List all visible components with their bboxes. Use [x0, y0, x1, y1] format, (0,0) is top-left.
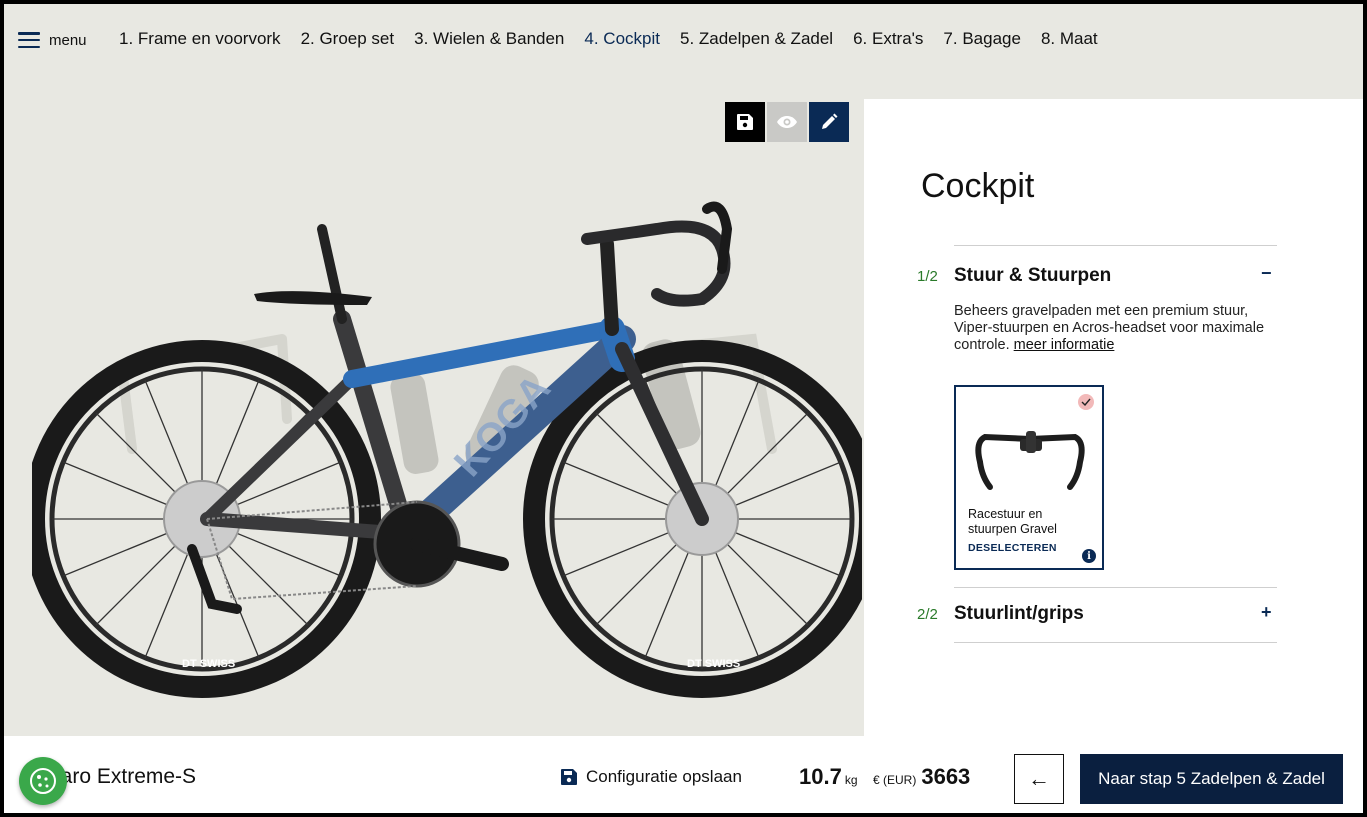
currency-label: € (EUR) [873, 773, 917, 787]
step-tab-seatpost[interactable]: 5. Zadelpen & Zadel [680, 29, 833, 49]
rim-label: DT SWISS [182, 658, 235, 670]
step-tab-size[interactable]: 8. Maat [1041, 29, 1098, 49]
step-tab-wheels[interactable]: 3. Wielen & Banden [414, 29, 564, 49]
check-icon [1078, 394, 1094, 410]
step-tabs: 1. Frame en voorvork 2. Groep set 3. Wie… [119, 29, 1098, 49]
collapse-toggle[interactable]: − [1261, 263, 1272, 284]
info-icon[interactable]: i [1082, 549, 1096, 563]
edit-button[interactable] [809, 102, 849, 142]
section-counter: 2/2 [917, 606, 938, 623]
step-tab-cockpit[interactable]: 4. Cockpit [584, 29, 660, 49]
save-view-button[interactable] [725, 102, 765, 142]
rim-label: DT SWISS [687, 658, 740, 670]
model-name: naro Extreme-S [49, 765, 197, 788]
app-frame: menu 1. Frame en voorvork 2. Groep set 3… [0, 0, 1367, 817]
bike-weight: 10.7 kg [799, 764, 858, 790]
bike-preview-area: DT SWISS DT SWISS KOGA [4, 99, 864, 736]
step-tab-extras[interactable]: 6. Extra's [853, 29, 923, 49]
handlebar-image [975, 431, 1085, 490]
next-step-button[interactable]: Naar stap 5 Zadelpen & Zadel [1080, 754, 1343, 804]
cookie-icon [30, 768, 56, 794]
divider [954, 587, 1277, 588]
cookie-settings-button[interactable] [19, 757, 67, 805]
save-icon [737, 114, 753, 130]
section-title-stuurlint[interactable]: Stuurlint/grips [954, 603, 1084, 625]
option-card[interactable]: Racestuur en stuurpen Gravel DESELECTERE… [954, 385, 1104, 570]
step-tab-groupset[interactable]: 2. Groep set [301, 29, 395, 49]
page-title: Cockpit [921, 167, 1035, 205]
section-counter: 1/2 [917, 268, 938, 285]
top-navigation: menu 1. Frame en voorvork 2. Groep set 3… [4, 4, 1363, 99]
view-toggle-button[interactable] [767, 102, 807, 142]
step-tab-frame[interactable]: 1. Frame en voorvork [119, 29, 281, 49]
more-info-link[interactable]: meer informatie [1014, 337, 1115, 353]
footer-bar: naro Extreme-S Configuratie opslaan 10.7… [4, 736, 1363, 813]
divider [954, 642, 1277, 643]
section-title-stuur[interactable]: Stuur & Stuurpen [954, 265, 1111, 287]
bike-price: € (EUR) 3663 [873, 764, 970, 790]
hamburger-icon [18, 32, 40, 48]
preview-toolbar [725, 102, 849, 142]
step-tab-luggage[interactable]: 7. Bagage [943, 29, 1021, 49]
save-icon [561, 769, 577, 785]
price-value: 3663 [921, 764, 971, 789]
divider [954, 245, 1277, 246]
back-button[interactable]: ← [1014, 754, 1064, 804]
weight-unit: kg [844, 773, 858, 787]
deselect-link[interactable]: DESELECTEREN [968, 542, 1057, 554]
option-name: Racestuur en stuurpen Gravel [968, 507, 1057, 536]
saddle [254, 291, 372, 305]
menu-button[interactable]: menu [18, 28, 87, 52]
bike-image: DT SWISS DT SWISS KOGA [32, 201, 862, 698]
weight-value: 10.7 [799, 764, 842, 789]
section-description: Beheers gravelpaden met een premium stuu… [954, 303, 1274, 354]
save-configuration-label: Configuratie opslaan [586, 767, 742, 786]
options-panel: Cockpit 1/2 Stuur & Stuurpen − Beheers g… [864, 99, 1363, 736]
menu-label: menu [49, 31, 87, 49]
pencil-icon [822, 113, 838, 129]
expand-toggle[interactable]: + [1261, 602, 1272, 623]
save-configuration-button[interactable]: Configuratie opslaan [560, 767, 742, 787]
eye-icon [777, 116, 797, 128]
